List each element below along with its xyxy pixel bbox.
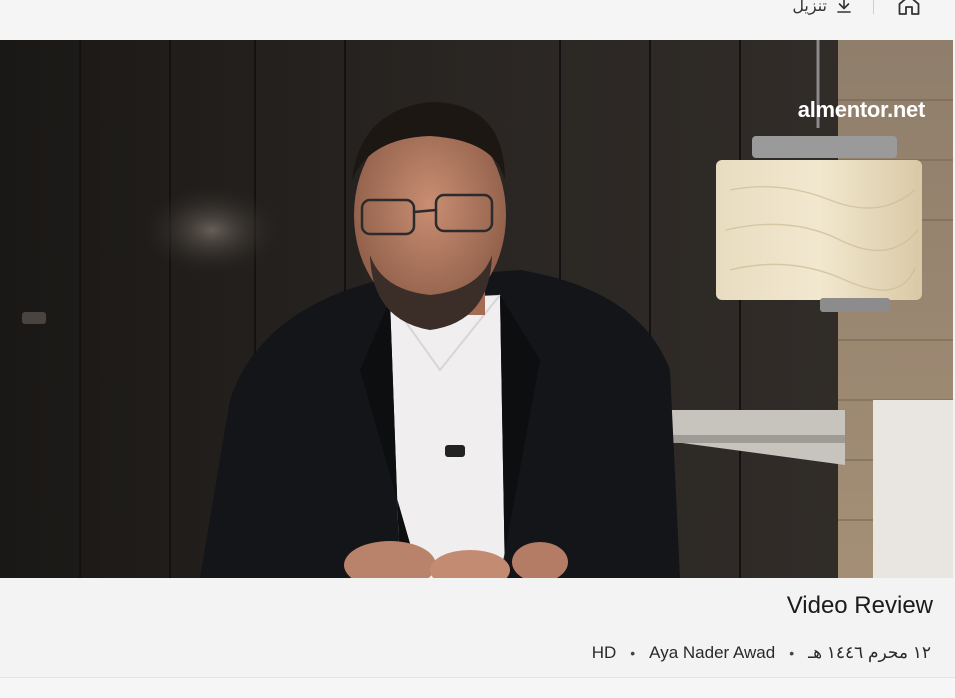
video-date: ١٢ محرم ١٤٤٦ هـ xyxy=(808,643,931,662)
video-quality-badge: HD xyxy=(591,643,617,662)
video-meta-row: ١٢ محرم ١٤٤٦ هـ • Aya Nader Awad • HD xyxy=(592,642,931,664)
download-icon xyxy=(837,0,851,13)
video-watermark-logo: almentor.net xyxy=(797,97,926,122)
meta-separator: • xyxy=(630,645,636,661)
video-title: Video Review xyxy=(786,592,933,619)
bottom-area xyxy=(0,678,955,698)
home-icon[interactable] xyxy=(897,0,921,16)
top-toolbar: تنزيل xyxy=(0,0,955,40)
video-author: Aya Nader Awad xyxy=(649,643,776,662)
toolbar-divider xyxy=(873,0,874,14)
meta-separator: • xyxy=(789,645,795,661)
download-button[interactable]: تنزيل xyxy=(792,0,853,17)
download-label: تنزيل xyxy=(792,0,827,15)
video-player[interactable]: almentor.net xyxy=(0,40,953,578)
